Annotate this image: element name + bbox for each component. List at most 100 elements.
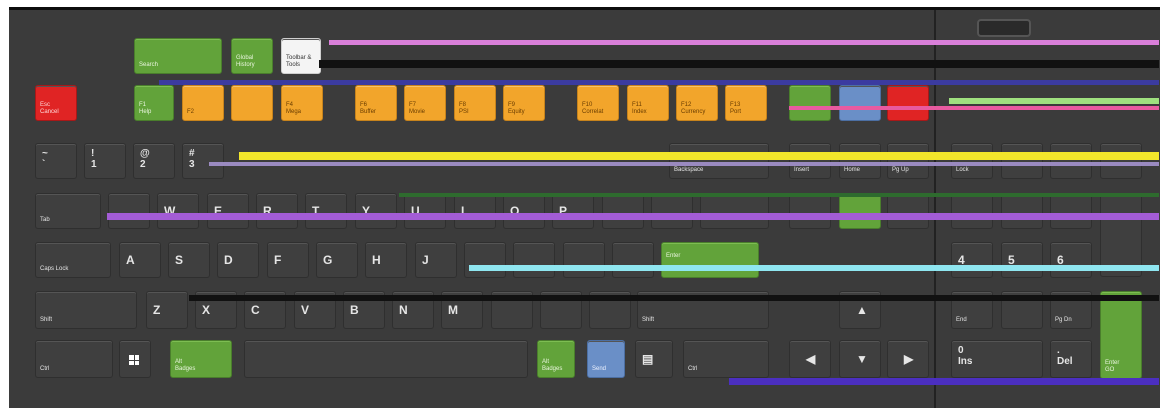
numpad-4-key[interactable]: 4 bbox=[951, 242, 993, 278]
numpad-5-key[interactable]: 5 bbox=[1001, 242, 1043, 278]
key-p[interactable]: P bbox=[552, 193, 594, 229]
key-1[interactable]: ! 1 bbox=[84, 143, 126, 179]
key-bracket-right[interactable] bbox=[651, 193, 693, 229]
f4-mega-key[interactable]: F4 Mega bbox=[281, 85, 323, 121]
key-h[interactable]: H bbox=[365, 242, 407, 278]
key-e[interactable]: E bbox=[207, 193, 249, 229]
f6-buffer-key[interactable]: F6 Buffer bbox=[355, 85, 397, 121]
pgdn-top-key[interactable] bbox=[887, 193, 929, 229]
tilde-key[interactable]: ~ ` bbox=[35, 143, 77, 179]
arrow-down-icon: ▼ bbox=[856, 352, 868, 366]
key-backslash[interactable] bbox=[700, 193, 769, 229]
right-ctrl-key[interactable]: Ctrl bbox=[683, 340, 769, 378]
windows-key[interactable] bbox=[119, 340, 151, 378]
num-lock-key[interactable]: Lock bbox=[951, 143, 993, 179]
f2-key[interactable]: F2 bbox=[182, 85, 224, 121]
global-history-key[interactable]: Global History bbox=[231, 38, 273, 74]
numpad-decimal-key[interactable]: . Del bbox=[1050, 340, 1092, 378]
key-quote[interactable] bbox=[612, 242, 654, 278]
render-artifact bbox=[319, 60, 1159, 68]
windows-logo-icon bbox=[129, 355, 139, 365]
left-alt-badges-key[interactable]: Alt Badges bbox=[170, 340, 232, 378]
key-r[interactable]: R bbox=[256, 193, 298, 229]
f12-currency-key[interactable]: F12 Currency bbox=[676, 85, 718, 121]
key-u[interactable]: U bbox=[404, 193, 446, 229]
numpad-0-key[interactable]: 0 Ins bbox=[951, 340, 1043, 378]
key-q[interactable] bbox=[108, 193, 150, 229]
key-2[interactable]: @ 2 bbox=[133, 143, 175, 179]
pgup-key[interactable]: Pg Up bbox=[887, 143, 929, 179]
arrow-right-key[interactable]: ▶ bbox=[887, 340, 929, 378]
menu-key[interactable]: ▤ bbox=[635, 340, 673, 378]
key-bracket-left[interactable] bbox=[602, 193, 644, 229]
f8-key[interactable]: F8 PSI bbox=[454, 85, 496, 121]
render-artifact bbox=[729, 378, 1159, 385]
key-d[interactable]: D bbox=[217, 242, 259, 278]
render-artifact bbox=[949, 98, 1159, 104]
numpad-enter-go-key[interactable]: Enter GO bbox=[1100, 291, 1142, 379]
numpad-7-key[interactable] bbox=[951, 193, 993, 229]
f13-port-key[interactable]: F13 Port bbox=[725, 85, 767, 121]
render-artifact bbox=[469, 265, 1159, 271]
numpad-8-key[interactable] bbox=[1001, 193, 1043, 229]
toolbar-tools-key[interactable]: Toolbar & Tools bbox=[281, 38, 321, 74]
menu-icon: ▤ bbox=[642, 352, 654, 366]
key-t[interactable]: T bbox=[305, 193, 347, 229]
numpad-minus-key[interactable] bbox=[1100, 143, 1142, 179]
scroll-key[interactable] bbox=[839, 85, 881, 121]
key-k[interactable] bbox=[464, 242, 506, 278]
numpad-divider bbox=[934, 10, 936, 408]
usb-port-icon bbox=[977, 19, 1031, 37]
numpad-divide-key[interactable] bbox=[1001, 143, 1043, 179]
left-shift-key[interactable]: Shift bbox=[35, 291, 137, 329]
arrow-up-icon: ▲ bbox=[856, 303, 868, 317]
caps-lock-key[interactable]: Caps Lock bbox=[35, 242, 111, 278]
key-y[interactable]: Y bbox=[355, 193, 397, 229]
send-key[interactable]: Send bbox=[587, 340, 625, 378]
render-artifact bbox=[189, 295, 1159, 301]
key-z[interactable]: Z bbox=[146, 291, 188, 329]
key-3[interactable]: # 3 bbox=[182, 143, 224, 179]
numpad-9-key[interactable] bbox=[1050, 193, 1092, 229]
backspace-key[interactable]: Backspace bbox=[669, 143, 769, 179]
key-l[interactable] bbox=[513, 242, 555, 278]
delete-key[interactable] bbox=[789, 193, 831, 229]
tab-key[interactable]: Tab bbox=[35, 193, 101, 229]
insert-key[interactable]: Insert bbox=[789, 143, 831, 179]
key-s[interactable]: S bbox=[168, 242, 210, 278]
render-artifact bbox=[107, 213, 1159, 220]
key-f[interactable]: F bbox=[267, 242, 309, 278]
f3-key[interactable] bbox=[231, 85, 273, 121]
render-artifact bbox=[209, 162, 1159, 166]
key-w[interactable]: W bbox=[157, 193, 199, 229]
enter-key[interactable]: Enter bbox=[661, 242, 759, 278]
arrow-left-key[interactable]: ◀ bbox=[789, 340, 831, 378]
search-key[interactable]: Search bbox=[134, 38, 222, 74]
f7-key[interactable]: F7 Movie bbox=[404, 85, 446, 121]
keyboard: Search Global History Toolbar & Tools Es… bbox=[9, 7, 1160, 408]
print-key[interactable] bbox=[789, 85, 831, 121]
f10-key[interactable]: F10 Correlat bbox=[577, 85, 619, 121]
key-semicolon[interactable] bbox=[563, 242, 605, 278]
f9-equity-key[interactable]: F9 Equity bbox=[503, 85, 545, 121]
arrow-down-key[interactable]: ▼ bbox=[839, 340, 881, 378]
key-o[interactable]: O bbox=[503, 193, 545, 229]
key-g[interactable]: G bbox=[316, 242, 358, 278]
end-green-key[interactable] bbox=[839, 193, 881, 229]
key-j[interactable]: J bbox=[415, 242, 457, 278]
render-artifact bbox=[329, 40, 1159, 45]
pause-key[interactable] bbox=[887, 85, 929, 121]
key-a[interactable]: A bbox=[119, 242, 161, 278]
arrow-right-icon: ▶ bbox=[904, 352, 914, 366]
f11-index-key[interactable]: F11 Index bbox=[627, 85, 669, 121]
right-alt-badges-key[interactable]: Alt Badges bbox=[537, 340, 575, 378]
left-ctrl-key[interactable]: Ctrl bbox=[35, 340, 113, 378]
render-artifact bbox=[399, 193, 1159, 197]
f1-help-key[interactable]: F1 Help bbox=[134, 85, 174, 121]
spacebar[interactable] bbox=[244, 340, 528, 378]
home-key[interactable]: Home bbox=[839, 143, 881, 179]
numpad-multiply-key[interactable] bbox=[1050, 143, 1092, 179]
numpad-6-key[interactable]: 6 bbox=[1050, 242, 1092, 278]
key-i[interactable]: I bbox=[454, 193, 496, 229]
esc-key[interactable]: Esc Cancel bbox=[35, 85, 77, 121]
